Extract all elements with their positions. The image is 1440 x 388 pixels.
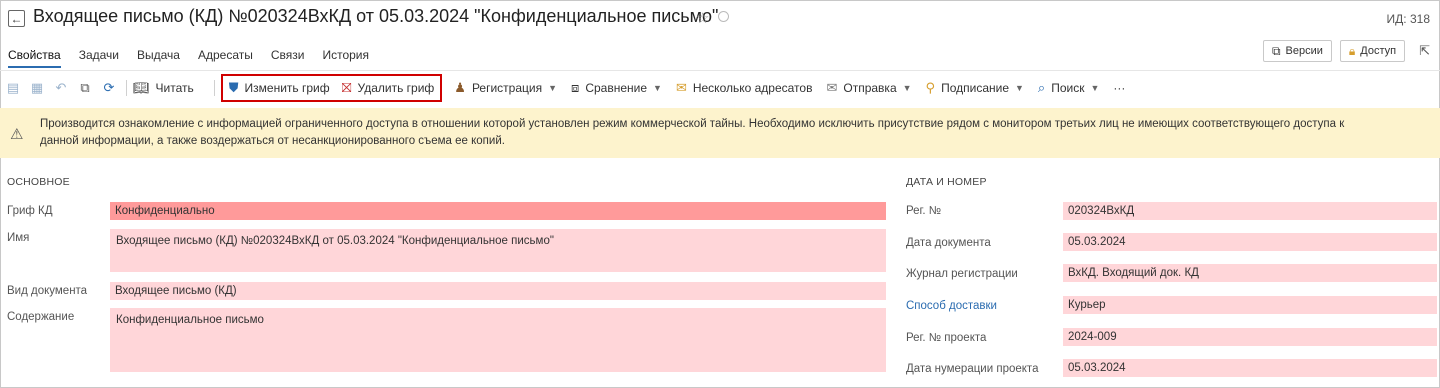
warning-icon: ⚠	[10, 126, 24, 143]
access-label: Доступ	[1360, 45, 1397, 57]
read-button[interactable]: 📖︎ Читать	[133, 80, 194, 96]
stamp-icon: ♟	[454, 80, 466, 95]
stamp-actions-highlight: ⛊ Изменить гриф ⛝ Удалить гриф	[220, 74, 443, 102]
book-icon: 📖︎	[133, 80, 150, 95]
search-icon: ⌕	[1037, 80, 1046, 95]
page-title: Входящее письмо (КД) №020324ВхКД от 05.0…	[33, 6, 719, 26]
change-stamp-label: Изменить гриф	[244, 81, 330, 95]
doc-type-field[interactable]: Входящее письмо (КД)	[110, 282, 886, 300]
warning-text: Производится ознакомление с информацией …	[40, 118, 1345, 147]
lock-icon: 🔒︎	[1348, 43, 1356, 58]
envelopes-icon: ✉	[675, 80, 687, 95]
versions-icon: ⧉	[1271, 43, 1281, 58]
main-section-title: ОСНОВНОЕ	[7, 176, 70, 188]
journal-field[interactable]: ВхКД. Входящий док. КД	[1063, 264, 1437, 282]
toolbar-separator	[126, 80, 127, 96]
multi-addressees-label: Несколько адресатов	[692, 81, 813, 95]
name-field[interactable]: Входящее письмо (КД) №020324ВхКД от 05.0…	[110, 229, 886, 272]
back-button[interactable]: ←	[8, 10, 25, 27]
chevron-down-icon: ▼	[902, 83, 912, 93]
tab-history[interactable]: История	[322, 48, 369, 68]
chevron-down-icon: ▼	[1090, 83, 1100, 93]
reg-no-field[interactable]: 020324ВхКД	[1063, 202, 1437, 220]
send-label: Отправка	[843, 81, 897, 95]
versions-button[interactable]: ⧉ Версии	[1262, 40, 1332, 62]
signature-icon: ⚲	[925, 80, 936, 95]
delivery-method-field[interactable]: Курьер	[1063, 296, 1437, 314]
tab-bar: Свойства Задачи Выдача Адресаты Связи Ис…	[8, 48, 387, 68]
tab-addressees[interactable]: Адресаты	[198, 48, 253, 68]
compare-icon: ⧈	[571, 80, 580, 95]
more-button[interactable]: ···	[1113, 81, 1125, 95]
save-close-icon[interactable]: ▦	[26, 80, 48, 96]
doc-type-label: Вид документа	[7, 285, 88, 297]
send-icon: ✉	[826, 80, 838, 95]
search-label: Поиск	[1051, 81, 1085, 95]
date-number-section-title: ДАТА И НОМЕР	[906, 176, 987, 188]
project-reg-no-label: Рег. № проекта	[906, 332, 987, 344]
delete-stamp-icon: ⛝	[341, 80, 352, 95]
delivery-method-link[interactable]: Способ доставки	[906, 300, 997, 312]
toolbar: ▤ ▦ ↶ ⧉ ⟳ 📖︎ Читать ⛊ Изменить гриф ⛝ Уд…	[0, 74, 1440, 102]
read-label: Читать	[155, 81, 194, 95]
registration-label: Регистрация	[471, 81, 543, 95]
document-id: ИД: 318	[1386, 12, 1430, 26]
header-actions: ⧉ Версии 🔒︎ Доступ ⇱	[1255, 40, 1430, 62]
toolbar-separator	[213, 80, 215, 96]
access-button[interactable]: 🔒︎ Доступ	[1339, 40, 1406, 62]
comparison-label: Сравнение	[585, 81, 648, 95]
save-icon[interactable]: ▤	[2, 80, 24, 96]
content-field[interactable]: Конфиденциальное письмо	[110, 308, 886, 372]
comparison-menu[interactable]: ⧈ Сравнение ▼	[571, 80, 662, 96]
chevron-down-icon: ▼	[548, 83, 558, 93]
name-label: Имя	[7, 232, 30, 244]
signing-label: Подписание	[941, 81, 1009, 95]
change-stamp-button[interactable]: ⛊ Изменить гриф	[229, 80, 330, 96]
status-circle-icon	[718, 11, 729, 22]
content-label: Содержание	[7, 311, 75, 323]
arrow-left-icon: ←	[10, 11, 23, 26]
star-icon[interactable]: ☆	[696, 9, 709, 27]
more-label: ···	[1113, 81, 1126, 95]
tab-divider	[0, 70, 1440, 71]
doc-date-field[interactable]: 05.03.2024	[1063, 233, 1437, 251]
versions-label: Версии	[1285, 45, 1323, 57]
stamp-field[interactable]: Конфиденциально	[110, 202, 886, 220]
signing-menu[interactable]: ⚲ Подписание ▼	[926, 80, 1024, 96]
registration-menu[interactable]: ♟ Регистрация ▼	[454, 80, 557, 96]
open-external-icon[interactable]: ⇱	[1419, 43, 1430, 59]
tab-issuance[interactable]: Выдача	[137, 48, 180, 68]
chevron-down-icon: ▼	[653, 83, 662, 93]
confidentiality-warning: ⚠ Производится ознакомление с информацие…	[0, 108, 1440, 158]
reg-no-label: Рег. №	[906, 205, 942, 217]
undo-icon[interactable]: ↶	[50, 80, 72, 96]
chevron-down-icon: ▼	[1015, 83, 1024, 93]
shield-icon: ⛊	[228, 80, 239, 95]
project-date-label: Дата нумерации проекта	[906, 363, 1039, 375]
search-menu[interactable]: ⌕ Поиск ▼	[1038, 80, 1099, 96]
stamp-label: Гриф КД	[7, 205, 53, 217]
send-menu[interactable]: ✉ Отправка ▼	[826, 80, 911, 96]
tab-properties[interactable]: Свойства	[8, 48, 61, 68]
delete-stamp-label: Удалить гриф	[357, 81, 435, 95]
multi-addressees-button[interactable]: ✉ Несколько адресатов	[676, 80, 813, 96]
refresh-icon[interactable]: ⟳	[98, 80, 120, 96]
copy-icon[interactable]: ⧉	[74, 80, 96, 96]
tab-tasks[interactable]: Задачи	[79, 48, 119, 68]
delete-stamp-button[interactable]: ⛝ Удалить гриф	[342, 80, 435, 96]
tab-links[interactable]: Связи	[271, 48, 305, 68]
project-date-field[interactable]: 05.03.2024	[1063, 359, 1437, 377]
journal-label: Журнал регистрации	[906, 268, 1018, 280]
project-reg-no-field[interactable]: 2024-009	[1063, 328, 1437, 346]
doc-date-label: Дата документа	[906, 237, 991, 249]
